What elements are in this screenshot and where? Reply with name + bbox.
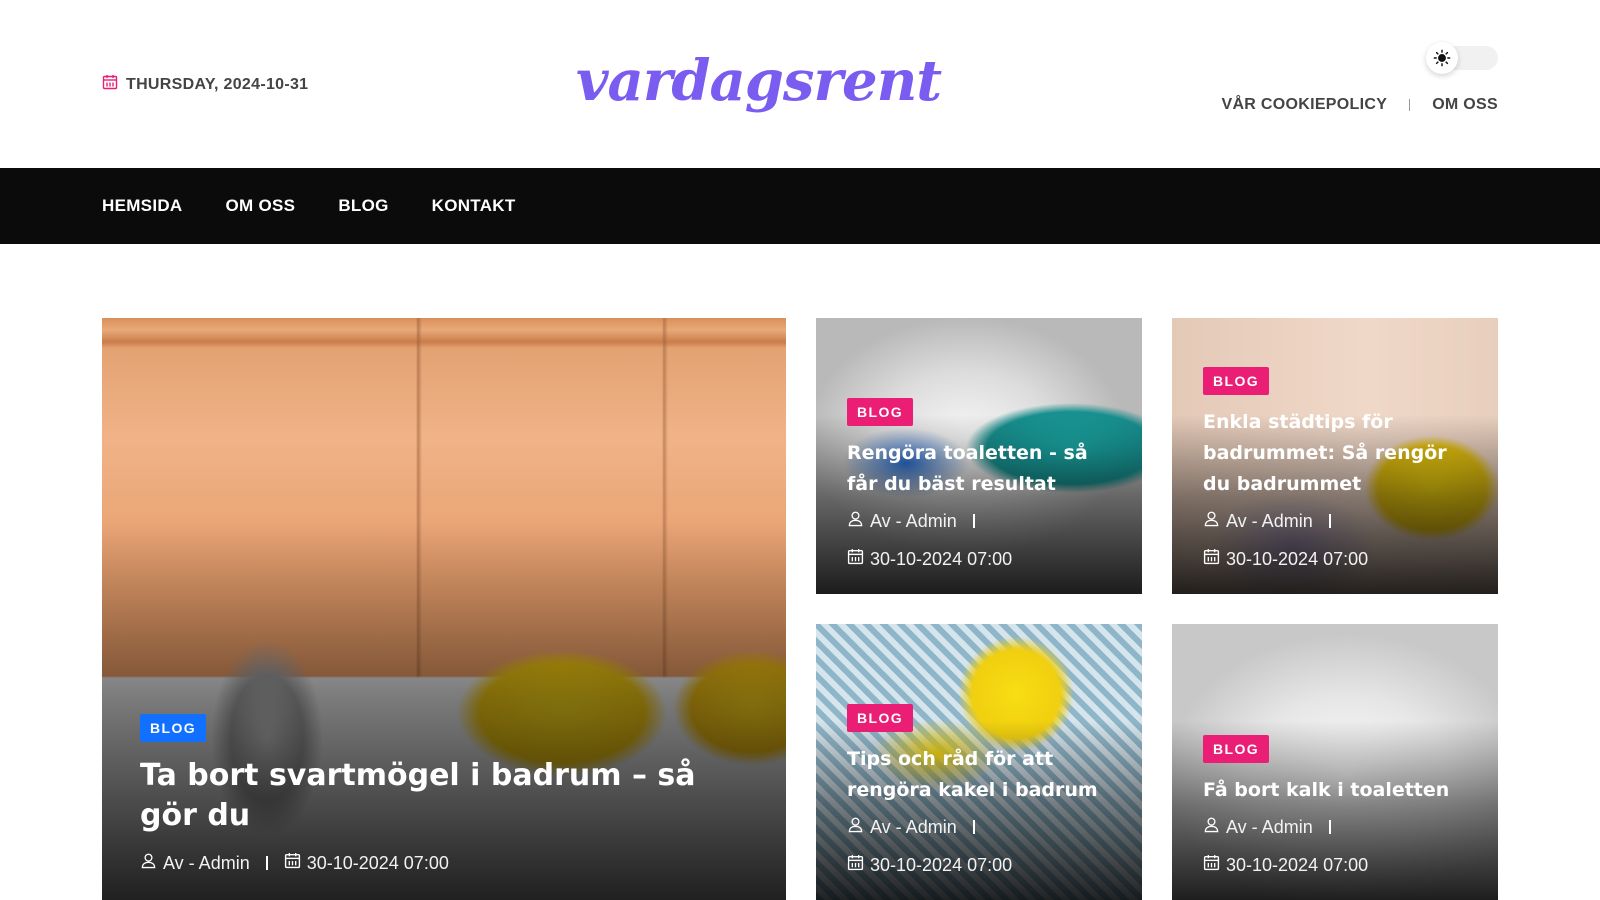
meta-divider: [972, 514, 975, 528]
nav-item-blog[interactable]: BLOG: [338, 196, 388, 216]
top-link-cookiepolicy[interactable]: VÅR COOKIEPOLICY: [1221, 96, 1387, 114]
meta-divider: [265, 856, 268, 870]
post-date: 30-10-2024 07:00: [1226, 854, 1369, 875]
meta-divider: [1328, 514, 1331, 528]
post-meta: Av - Admin 30-10-2024 07:00: [1203, 816, 1470, 876]
post-author[interactable]: Av - Admin: [163, 853, 250, 874]
site-logo[interactable]: vardagsrent: [576, 48, 942, 115]
top-links-divider: [1409, 99, 1411, 111]
post-card[interactable]: BLOG Få bort kalk i toaletten Av - Admin…: [1172, 624, 1498, 900]
post-card[interactable]: BLOG Enkla städtips för badrummet: Så re…: [1172, 318, 1498, 594]
post-title[interactable]: Tips och råd för att rengöra kakel i bad…: [847, 744, 1114, 806]
nav-item-kontakt[interactable]: KONTAKT: [432, 196, 516, 216]
user-icon: [1203, 510, 1220, 532]
meta-divider: [972, 820, 975, 834]
post-date: 30-10-2024 07:00: [870, 548, 1013, 569]
nav-item-om-oss[interactable]: OM OSS: [226, 196, 296, 216]
post-meta: Av - Admin 30-10-2024 07:00: [847, 510, 1114, 570]
category-badge[interactable]: BLOG: [1203, 735, 1270, 763]
post-author[interactable]: Av - Admin: [870, 511, 957, 532]
post-date: 30-10-2024 07:00: [870, 854, 1013, 875]
calendar-icon: [847, 548, 864, 570]
post-meta: Av - Admin 30-10-2024 07:00: [1203, 510, 1470, 570]
theme-toggle[interactable]: [1426, 42, 1498, 74]
post-meta: Av - Admin 30-10-2024 07:00: [847, 816, 1114, 876]
post-card[interactable]: BLOG Tips och råd för att rengöra kakel …: [816, 624, 1142, 900]
calendar-icon: [847, 854, 864, 876]
featured-post-card[interactable]: BLOG Ta bort svartmögel i badrum – så gö…: [102, 318, 786, 900]
category-badge[interactable]: BLOG: [847, 704, 914, 732]
calendar-icon: [284, 852, 301, 874]
post-author[interactable]: Av - Admin: [1226, 511, 1313, 532]
sun-icon: [1426, 42, 1458, 74]
calendar-icon: [102, 74, 118, 95]
calendar-icon: [1203, 548, 1220, 570]
top-links: VÅR COOKIEPOLICY OM OSS: [1221, 96, 1498, 114]
post-card[interactable]: BLOG Rengöra toaletten - så får du bäst …: [816, 318, 1142, 594]
post-title[interactable]: Rengöra toaletten - så får du bäst resul…: [847, 438, 1114, 500]
post-author[interactable]: Av - Admin: [1226, 817, 1313, 838]
post-meta: Av - Admin 30-10-2024 07:00: [140, 852, 758, 874]
post-title[interactable]: Enkla städtips för badrummet: Så rengör …: [1203, 407, 1470, 500]
post-author[interactable]: Av - Admin: [870, 817, 957, 838]
site-header: THURSDAY, 2024-10-31 vardagsrent VÅR COO…: [0, 0, 1600, 168]
header-date: THURSDAY, 2024-10-31: [102, 74, 308, 95]
nav-item-hemsida[interactable]: HEMSIDA: [102, 196, 183, 216]
user-icon: [847, 816, 864, 838]
user-icon: [1203, 816, 1220, 838]
user-icon: [847, 510, 864, 532]
category-badge[interactable]: BLOG: [1203, 367, 1270, 395]
main-nav: HEMSIDA OM OSS BLOG KONTAKT: [0, 168, 1600, 244]
header-date-text: THURSDAY, 2024-10-31: [126, 75, 309, 93]
user-icon: [140, 852, 157, 874]
post-date: 30-10-2024 07:00: [1226, 548, 1369, 569]
featured-post-title[interactable]: Ta bort svartmögel i badrum – så gör du: [140, 756, 758, 836]
top-link-om-oss[interactable]: OM OSS: [1432, 96, 1498, 114]
category-badge[interactable]: BLOG: [847, 398, 914, 426]
category-badge[interactable]: BLOG: [140, 714, 207, 742]
post-title[interactable]: Få bort kalk i toaletten: [1203, 775, 1470, 806]
post-date: 30-10-2024 07:00: [306, 852, 449, 873]
meta-divider: [1328, 820, 1331, 834]
calendar-icon: [1203, 854, 1220, 876]
